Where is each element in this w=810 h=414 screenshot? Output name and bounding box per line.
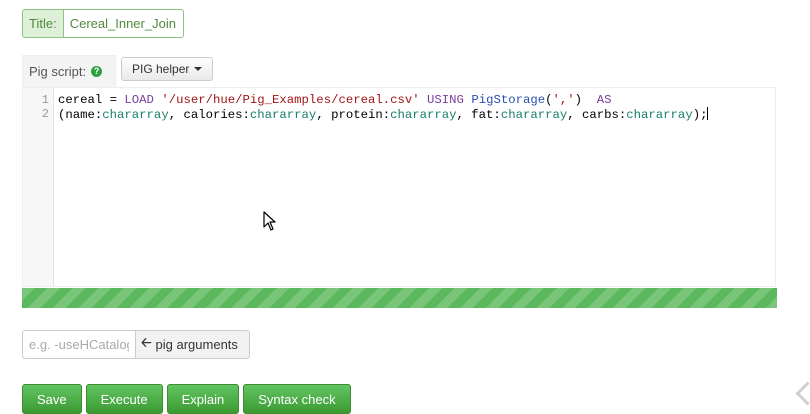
code-editor[interactable]: 1 2 cereal = LOAD '/user/hue/Pig_Example… <box>22 87 776 287</box>
pig-arguments-input[interactable] <box>22 330 135 359</box>
code-token: ( <box>545 93 553 107</box>
text-cursor <box>707 107 709 120</box>
execute-button[interactable]: Execute <box>85 384 163 414</box>
save-button[interactable]: Save <box>22 384 82 414</box>
pig-arguments-label: pig arguments <box>155 337 238 352</box>
syntax-check-button[interactable]: Syntax check <box>243 384 351 414</box>
question-circle-icon[interactable]: ? <box>91 66 103 77</box>
pig-helper-label: PIG helper <box>132 62 190 76</box>
code-token: ) <box>574 93 597 107</box>
code-type: chararray <box>102 108 169 122</box>
code-token: , calories: <box>168 108 250 122</box>
code-token: , fat: <box>456 108 501 122</box>
code-token: , carbs: <box>567 108 627 122</box>
code-line-1[interactable]: cereal = LOAD '/user/hue/Pig_Examples/ce… <box>58 93 612 107</box>
title-group: Title: <box>22 9 184 38</box>
pig-helper-button[interactable]: PIG helper <box>121 57 214 81</box>
code-keyword: AS <box>596 93 612 107</box>
code-line-2[interactable]: (name:chararray, calories:chararray, pro… <box>58 107 709 122</box>
progress-fill <box>22 288 777 308</box>
code-string: ',' <box>552 93 575 107</box>
line-number: 2 <box>41 107 49 121</box>
code-type: chararray <box>249 108 317 122</box>
code-type: chararray <box>626 108 693 122</box>
progress-bar <box>22 288 777 308</box>
caret-down-icon <box>194 67 203 71</box>
tab-pig-script[interactable]: Pig script: ? <box>22 55 116 87</box>
editor-gutter: 1 2 <box>23 88 54 286</box>
code-function: PigStorage <box>471 93 546 107</box>
code-keyword: USING <box>427 93 464 107</box>
title-input[interactable] <box>62 9 184 38</box>
action-buttons: Save Execute Explain Syntax check <box>22 384 351 414</box>
explain-button[interactable]: Explain <box>166 384 240 414</box>
code-token: , protein: <box>316 108 391 122</box>
code-type: chararray <box>500 108 568 122</box>
code-string: '/user/hue/Pig_Examples/cereal.csv' <box>161 93 420 107</box>
pig-arguments-button[interactable]: 🡠 pig arguments <box>135 330 250 359</box>
code-token: ); <box>692 108 708 122</box>
mouse-pointer-icon <box>263 211 276 231</box>
code-token: cereal = <box>58 93 125 107</box>
code-token: (name: <box>58 108 103 122</box>
arrow-left-icon: 🡠 <box>141 334 152 350</box>
chevron-left-icon[interactable] <box>795 381 810 406</box>
code-keyword: LOAD <box>124 93 154 107</box>
line-number: 1 <box>41 93 49 107</box>
title-label: Title: <box>22 9 63 38</box>
tab-pig-script-label: Pig script: <box>29 64 87 79</box>
code-type: chararray <box>390 108 457 122</box>
